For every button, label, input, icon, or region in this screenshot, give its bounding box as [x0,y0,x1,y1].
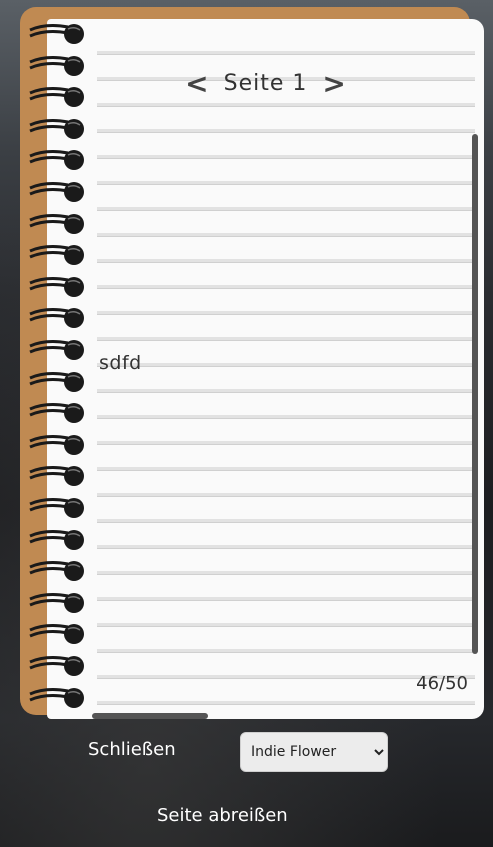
page-title: Seite 1 [223,71,308,96]
vertical-scrollbar[interactable] [472,134,478,654]
notebook-page: < Seite 1 > sdfd 46/50 [47,19,484,719]
spiral-ring-icon [29,340,84,360]
ruled-line [97,311,475,315]
spiral-ring-icon [29,24,84,44]
ruled-line [97,259,475,263]
notebook: < Seite 1 > sdfd 46/50 [20,7,484,719]
ruled-line [97,181,475,185]
ruled-line [97,493,475,497]
ruled-line [97,285,475,289]
spiral-ring-icon [29,245,84,266]
spiral-ring-icon [29,118,84,139]
spiral-ring-icon [29,403,84,424]
spiral-ring-icon [29,529,84,550]
ruled-line [97,233,475,237]
spiral-ring-icon [29,592,84,613]
spiral-ring-icon [29,624,84,645]
spiral-ring-icon [29,150,84,171]
ruled-line [97,545,475,549]
ruled-line [97,129,475,133]
controls-bar: Schließen Indie Flower Seite abreißen [0,725,493,845]
ruled-line [97,155,475,159]
horizontal-scrollbar[interactable] [92,713,208,719]
spiral-ring-icon [29,434,84,455]
ruled-lines [97,19,475,719]
ruled-line [97,363,475,367]
spiral-ring-icon [29,561,84,582]
spiral-ring-icon [29,276,84,297]
font-select[interactable]: Indie Flower [240,732,388,772]
spiral-ring-icon [29,182,84,202]
spiral-ring-icon [29,687,84,708]
tear-page-button[interactable]: Seite abreißen [157,805,288,826]
spiral-ring-icon [29,55,84,76]
ruled-line [97,649,475,653]
page-counter: 46/50 [416,673,468,694]
spiral-binding [26,21,92,711]
spiral-ring-icon [29,213,84,234]
page-header: < Seite 1 > [47,67,484,100]
ruled-line [97,441,475,445]
ruled-line [97,519,475,523]
spiral-ring-icon [29,498,84,518]
ruled-line [97,103,475,107]
spiral-ring-icon [29,656,84,676]
page-text[interactable]: sdfd [99,352,142,374]
close-button[interactable]: Schließen [88,739,176,760]
ruled-line [97,389,475,393]
spiral-ring-icon [29,87,84,108]
spiral-ring-icon [29,308,84,329]
ruled-line [97,623,475,627]
next-page-button[interactable]: > [314,67,353,100]
ruled-line [97,51,475,55]
spiral-ring-icon [29,466,84,487]
ruled-line [97,467,475,471]
ruled-line [97,337,475,341]
ruled-line [97,415,475,419]
ruled-line [97,597,475,601]
spiral-ring-icon [29,371,84,392]
ruled-line [97,207,475,211]
ruled-line [97,571,475,575]
prev-page-button[interactable]: < [177,67,216,100]
ruled-line [97,701,475,705]
